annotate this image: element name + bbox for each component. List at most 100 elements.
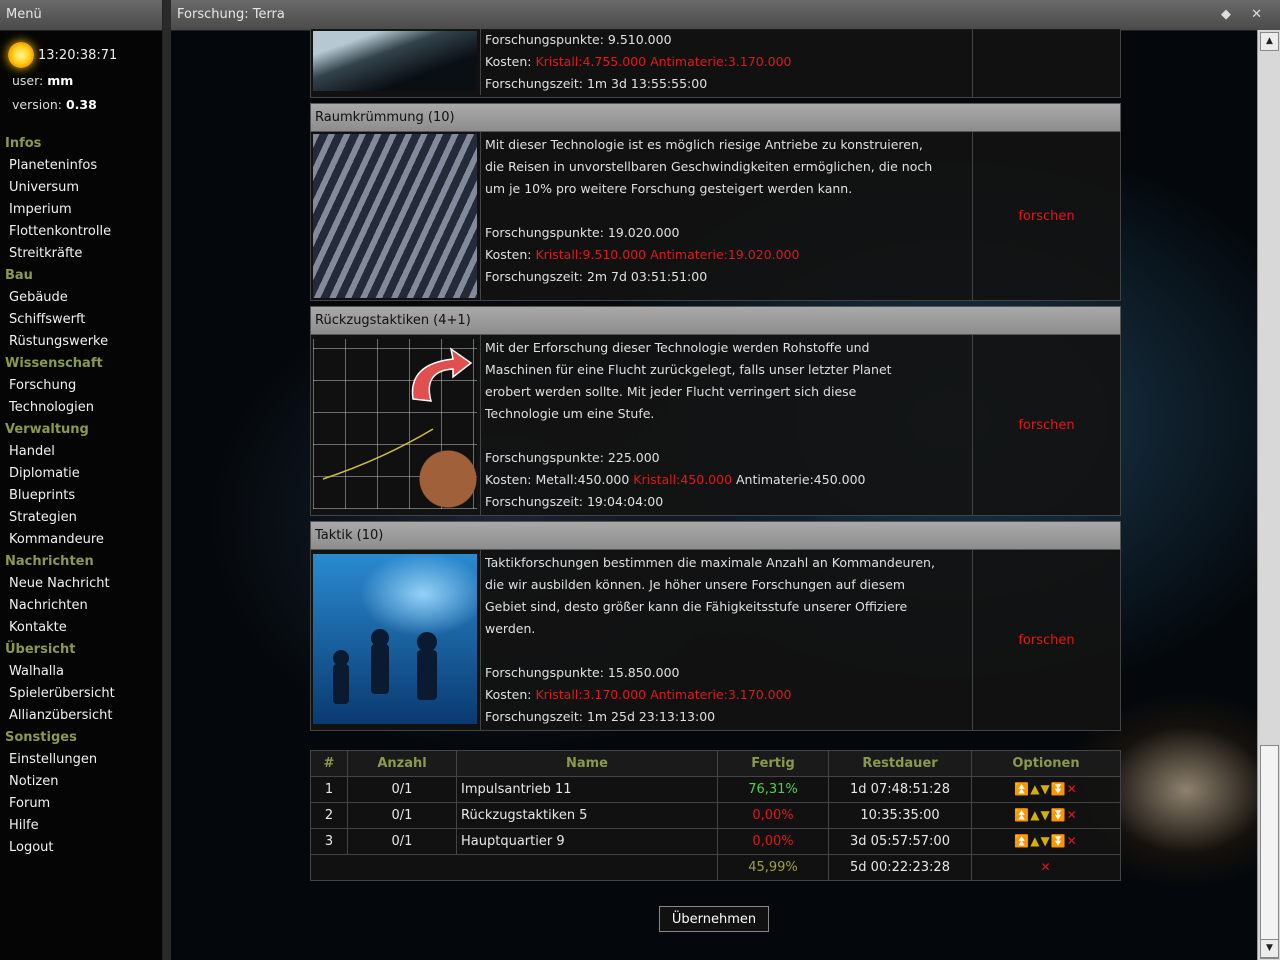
cancel-all-icon[interactable]: ✕ [1040,860,1051,874]
desc-line: Taktikforschungen bestimmen die maximale… [485,555,935,570]
col-header-remaining: Restdauer [828,750,972,777]
sidebar-title: Menü [0,0,162,31]
menu-category: Wissenschaft [5,356,103,371]
menu-item[interactable]: Nachrichten [0,595,162,617]
research-cost: Kosten: Metall:450.000 Kristall:450.000 … [485,472,866,487]
apply-button[interactable]: Übernehmen [659,906,769,932]
move-top-icon[interactable]: ⏫ [1014,782,1030,796]
research-time: Forschungszeit: 2m 7d 03:51:51:00 [485,269,708,284]
window-controls[interactable]: ◆ ✕ [1221,0,1270,30]
desc-line: Maschinen für eine Flucht zurückgelegt, … [485,362,892,377]
menu-category: Infos [5,136,42,151]
move-bottom-icon[interactable]: ⏬ [1051,808,1067,822]
clock-text: 13:20:38:71 [38,47,118,63]
research-time: Forschungszeit: 19:04:04:00 [485,494,664,509]
research-button[interactable]: forschen [973,335,1120,515]
research-button[interactable]: forschen [973,550,1120,730]
menu-item[interactable]: Strategien [0,507,162,529]
research-window: Forschung: Terra ◆ ✕ Forschungspunkte: 9… [171,0,1280,960]
user-row: user: mm [0,69,162,93]
total-done: 45,99% [717,854,829,881]
queue-header-row: # Anzahl Name Fertig Restdauer Optionen [310,750,1121,777]
move-down-icon[interactable]: ▼ [1040,834,1050,848]
col-header-number: # [310,750,348,777]
menu-item[interactable]: Allianzübersicht [0,705,162,727]
move-down-icon[interactable]: ▼ [1040,782,1050,796]
cancel-icon[interactable]: ✕ [1067,782,1078,796]
queue-remaining: 3d 05:57:57:00 [828,828,972,855]
clock: 13:20:38:71 [0,31,162,69]
menu-item[interactable]: Forum [0,793,162,815]
menu-item[interactable]: Logout [0,837,162,859]
version-label: version: [12,97,62,112]
research-title: Taktik (10) [310,521,1121,550]
menu-item[interactable]: Universum [0,177,162,199]
menu-item[interactable]: Hilfe [0,815,162,837]
menu-item[interactable]: Rüstungswerke [0,331,162,353]
menu-item[interactable]: Streitkräfte [0,243,162,265]
queue-remaining: 10:35:35:00 [828,802,972,829]
window-title: Forschung: Terra [177,7,285,22]
queue-options: ⏫▲▼⏬✕ [971,828,1121,855]
menu-item[interactable]: Blueprints [0,485,162,507]
move-up-icon[interactable]: ▲ [1030,834,1040,848]
research-button[interactable]: forschen [973,132,1120,300]
menu-item[interactable]: Gebäude [0,287,162,309]
scrollbar[interactable]: ▲ ▼ [1257,30,1280,960]
menu-category: Verwaltung [5,422,89,437]
queue-options: ⏫▲▼⏬✕ [971,776,1121,803]
desc-line: erobert werden sollte. Mit jeder Flucht … [485,384,857,399]
research-entry: Forschungspunkte: 9.510.000 Kosten: Kris… [310,29,1121,98]
scroll-down-icon[interactable]: ▼ [1260,939,1279,958]
scroll-up-icon[interactable]: ▲ [1260,32,1279,51]
menu-item[interactable]: Spielerübersicht [0,683,162,705]
col-header-options: Optionen [971,750,1121,777]
desc-line: Gebiet sind, desto größer kann die Fähig… [485,599,908,614]
menu-item[interactable]: Schiffswerft [0,309,162,331]
move-top-icon[interactable]: ⏫ [1014,834,1030,848]
menu-item[interactable]: Neue Nachricht [0,573,162,595]
col-header-count: Anzahl [347,750,457,777]
menu-item[interactable]: Planeteninfos [0,155,162,177]
research-title: Rückzugstaktiken (4+1) [310,306,1121,335]
move-up-icon[interactable]: ▲ [1030,808,1040,822]
move-bottom-icon[interactable]: ⏬ [1051,834,1067,848]
queue-options: ⏫▲▼⏬✕ [971,802,1121,829]
move-up-icon[interactable]: ▲ [1030,782,1040,796]
cancel-icon[interactable]: ✕ [1067,834,1078,848]
menu-item[interactable]: Forschung [0,375,162,397]
col-header-name: Name [456,750,718,777]
menu-item[interactable]: Kontakte [0,617,162,639]
desc-line: um je 10% pro weitere Forschung gesteige… [485,181,853,196]
queue-remaining: 1d 07:48:51:28 [828,776,972,803]
menu-item[interactable]: Imperium [0,199,162,221]
queue-row: 1 0/1 Impulsantrieb 11 76,31% 1d 07:48:51:28… [310,776,1121,803]
menu-item[interactable]: Flottenkontrolle [0,221,162,243]
menu-item[interactable]: Kommandeure [0,529,162,551]
queue-name: Impulsantrieb 11 [456,776,718,803]
move-top-icon[interactable]: ⏫ [1014,808,1030,822]
menu-item[interactable]: Handel [0,441,162,463]
desc-line: Mit der Erforschung dieser Technologie w… [485,340,870,355]
desc-line: Mit dieser Technologie ist es möglich ri… [485,137,923,152]
cancel-icon[interactable]: ✕ [1067,808,1078,822]
research-entry: Rückzugstaktiken (4+1) Mit der Erforschu… [310,306,1121,516]
desc-line: werden. [485,621,536,636]
window-divider [163,0,171,960]
sidebar: Menü 13:20:38:71 user: mm version: 0.38 … [0,0,163,960]
menu-item[interactable]: Notizen [0,771,162,793]
window-titlebar: Forschung: Terra ◆ ✕ [171,0,1280,31]
col-header-done: Fertig [717,750,829,777]
move-down-icon[interactable]: ▼ [1040,808,1050,822]
menu-item[interactable]: Technologien [0,397,162,419]
menu-item[interactable]: Diplomatie [0,463,162,485]
research-time: Forschungszeit: 1m 3d 13:55:55:00 [485,76,708,91]
move-bottom-icon[interactable]: ⏬ [1051,782,1067,796]
menu-item[interactable]: Walhalla [0,661,162,683]
menu-category: Sonstiges [5,730,77,745]
research-points: Forschungspunkte: 15.850.000 [485,665,680,680]
scrollbar-thumb[interactable] [1260,745,1279,959]
menu-category: Nachrichten [5,554,94,569]
menu-item[interactable]: Einstellungen [0,749,162,771]
queue-done: 0,00% [717,828,829,855]
